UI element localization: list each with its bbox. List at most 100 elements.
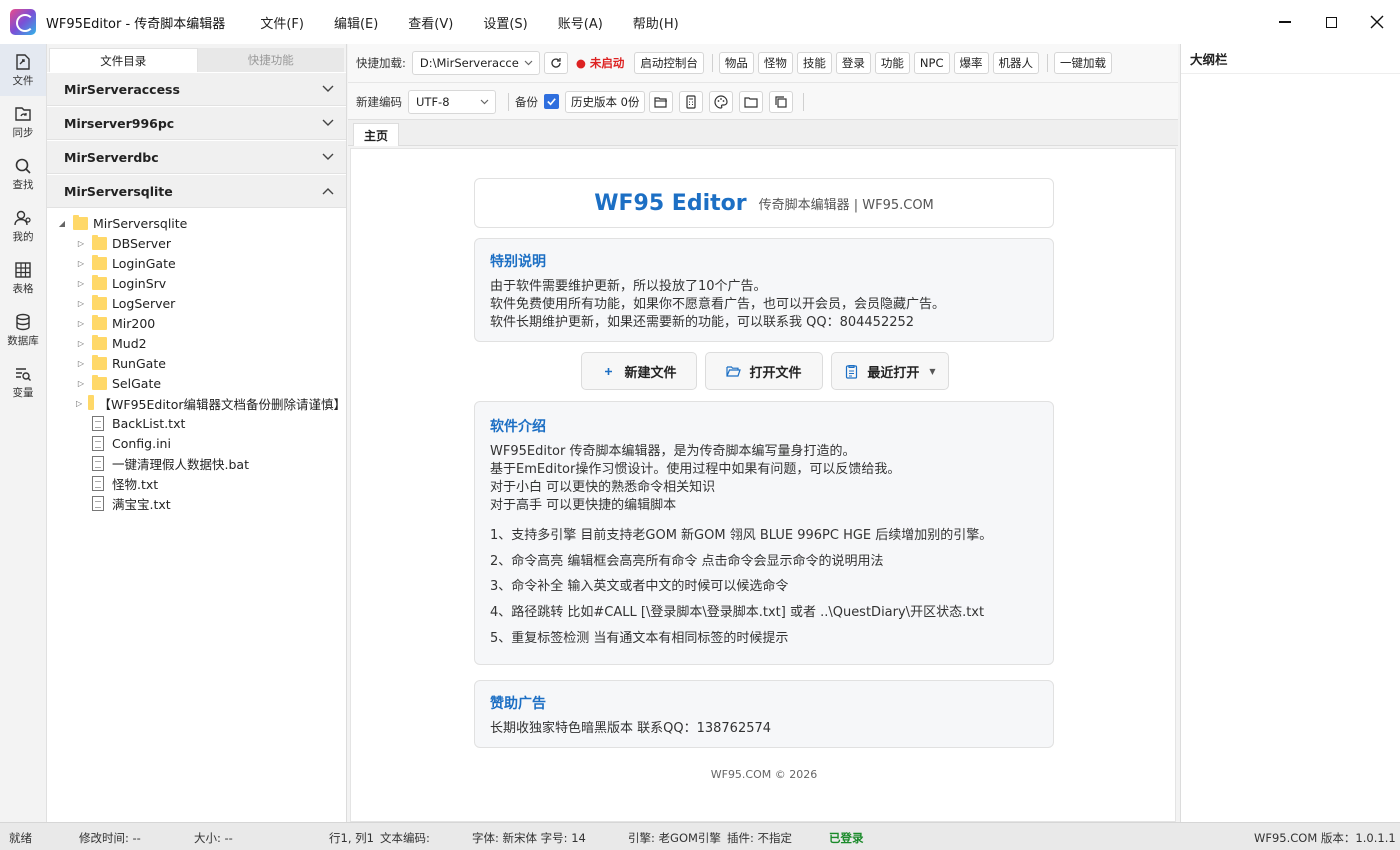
accordion-mirserversqlite[interactable]: MirServersqlite — [47, 174, 346, 208]
copy-button[interactable] — [769, 90, 794, 113]
status-encoding: 文本编码: — [380, 831, 430, 845]
rail-mine[interactable]: 我的 — [0, 200, 46, 252]
encoding-toolbar: 新建编码 UTF-8 备份 历史版本 0份 — [348, 82, 1178, 120]
encoding-value: UTF-8 — [416, 94, 450, 109]
tree-folder[interactable]: ▷ SelGate — [47, 373, 346, 393]
title-bar: WF95Editor - 传奇脚本编辑器 文件(F) 编辑(E) 查看(V) 设… — [0, 0, 1400, 44]
new-file-button[interactable]: 新建文件 — [581, 352, 697, 390]
menu-account[interactable]: 账号(A) — [549, 9, 612, 36]
expand-arrow-icon[interactable]: ▷ — [76, 258, 86, 268]
window-controls — [1262, 0, 1400, 44]
separator — [1047, 54, 1048, 72]
rail-variable[interactable]: 变量 — [0, 356, 46, 408]
tab-home[interactable]: 主页 — [353, 123, 400, 146]
server-path-select[interactable]: D:\MirServeracce — [411, 51, 540, 75]
rail-search[interactable]: 查找 — [0, 148, 46, 200]
menu-edit[interactable]: 编辑(E) — [325, 9, 387, 36]
quick-monsters-button[interactable]: 怪物 — [757, 52, 793, 74]
expand-arrow-icon[interactable]: ▷ — [76, 318, 86, 328]
app-title: WF95Editor - 传奇脚本编辑器 — [46, 16, 226, 32]
plus-icon — [605, 367, 613, 375]
intro-title: 软件介绍 — [490, 419, 546, 435]
expand-arrow-icon[interactable]: ▷ — [76, 398, 82, 408]
menu-view[interactable]: 查看(V) — [399, 9, 462, 36]
tree-root[interactable]: ◢ MirServersqlite — [47, 213, 346, 233]
folder-icon — [744, 96, 759, 108]
accordion-mirserverdbc[interactable]: MirServerdbc — [47, 140, 346, 174]
database-icon — [16, 313, 30, 330]
tree-folder[interactable]: ▷ LogServer — [47, 293, 346, 313]
refresh-button[interactable] — [543, 52, 568, 74]
calculator-button[interactable] — [679, 90, 704, 113]
home-page: WF95 Editor 传奇脚本编辑器 | WF95.COM 特别说明 由于软件… — [350, 148, 1176, 822]
expand-arrow-icon[interactable]: ▷ — [76, 338, 86, 348]
tree-file[interactable]: 一键清理假人数据快.bat — [47, 453, 346, 473]
tab-quick-functions[interactable]: 快捷功能 — [197, 48, 344, 72]
menu-help[interactable]: 帮助(H) — [624, 9, 688, 36]
rail-sync[interactable]: 同步 — [0, 96, 46, 148]
quick-items-button[interactable]: 物品 — [718, 52, 754, 74]
new-encoding-label: 新建编码 — [356, 94, 402, 109]
chevron-down-icon — [322, 119, 334, 126]
tree-folder[interactable]: ▷ Mir200 — [47, 313, 346, 333]
accordion-mirserver996pc[interactable]: Mirserver996pc — [47, 106, 346, 140]
tree-file[interactable]: 怪物.txt — [47, 473, 346, 493]
intro-line: 对于高手 可以更快捷的编辑脚本 — [490, 498, 677, 513]
rail-file[interactable]: 文件 — [0, 44, 46, 96]
open-file-button[interactable]: 打开文件 — [705, 352, 823, 390]
collapse-arrow-icon[interactable]: ◢ — [57, 218, 67, 228]
tree-label: RunGate — [112, 355, 166, 371]
tree-folder[interactable]: ▷ RunGate — [47, 353, 346, 373]
hero-subtitle: 传奇脚本编辑器 | WF95.COM — [758, 197, 934, 213]
history-versions-button[interactable]: 历史版本 0份 — [565, 90, 646, 113]
status-size: 大小: -- — [194, 831, 233, 845]
chevron-up-icon — [322, 188, 334, 195]
tree-folder[interactable]: ▷ LoginGate — [47, 253, 346, 273]
file-tree: ◢ MirServersqlite ▷ DBServer ▷ LoginGate ▷… — [47, 208, 346, 513]
tree-label: Mir200 — [112, 315, 156, 331]
separator — [711, 54, 713, 72]
tree-file[interactable]: 满宝宝.txt — [47, 493, 346, 513]
minimize-button[interactable] — [1262, 0, 1308, 44]
tree-label: Config.ini — [112, 435, 171, 451]
tree-file[interactable]: Config.ini — [47, 433, 346, 453]
quick-robot-button[interactable]: 机器人 — [992, 52, 1039, 74]
backup-checkbox[interactable] — [544, 94, 559, 109]
menu-file[interactable]: 文件(F) — [251, 9, 313, 36]
launch-console-button[interactable]: 启动控制台 — [634, 52, 704, 74]
tree-folder[interactable]: ▷ 【WF95Editor编辑器文档备份删除请谨慎】 — [47, 393, 346, 413]
close-button[interactable] — [1354, 0, 1400, 44]
color-palette-button[interactable] — [709, 90, 734, 113]
hero-banner: WF95 Editor 传奇脚本编辑器 | WF95.COM — [474, 178, 1054, 228]
rail-database[interactable]: 数据库 — [0, 304, 46, 356]
tree-folder[interactable]: ▷ Mud2 — [47, 333, 346, 353]
one-click-load-button[interactable]: 一键加载 — [1054, 52, 1112, 74]
tree-file[interactable]: BackList.txt — [47, 413, 346, 433]
quick-npc-button[interactable]: NPC — [913, 52, 950, 74]
tree-folder[interactable]: ▷ LoginSrv — [47, 273, 346, 293]
expand-arrow-icon[interactable]: ▷ — [76, 378, 86, 388]
menu-settings[interactable]: 设置(S) — [474, 9, 536, 36]
encoding-select[interactable]: UTF-8 — [408, 89, 496, 114]
note-title: 特别说明 — [490, 254, 546, 270]
accordion-mirserveraccess[interactable]: MirServeraccess — [47, 72, 346, 106]
expand-arrow-icon[interactable]: ▷ — [76, 278, 86, 288]
recent-files-button[interactable]: 最近打开 ▼ — [831, 352, 949, 390]
expand-arrow-icon[interactable]: ▷ — [76, 298, 86, 308]
quick-droprate-button[interactable]: 爆率 — [953, 52, 989, 74]
quick-skills-button[interactable]: 技能 — [796, 52, 832, 74]
tab-file-directory[interactable]: 文件目录 — [49, 48, 198, 72]
tree-folder[interactable]: ▷ DBServer — [47, 233, 346, 253]
quick-login-button[interactable]: 登录 — [835, 52, 871, 74]
chevron-down-icon — [322, 85, 334, 92]
browse-folder-button[interactable] — [739, 90, 764, 113]
expand-arrow-icon[interactable]: ▷ — [76, 238, 86, 248]
rail-table[interactable]: 表格 — [0, 252, 46, 304]
open-folder-button[interactable] — [649, 90, 674, 113]
separator — [803, 92, 805, 111]
maximize-button[interactable] — [1308, 0, 1354, 44]
quick-functions-button[interactable]: 功能 — [874, 52, 910, 74]
status-version: WF95.COM 版本：1.0.1.1 — [1254, 831, 1396, 845]
rail-label: 变量 — [12, 386, 34, 399]
expand-arrow-icon[interactable]: ▷ — [76, 358, 86, 368]
